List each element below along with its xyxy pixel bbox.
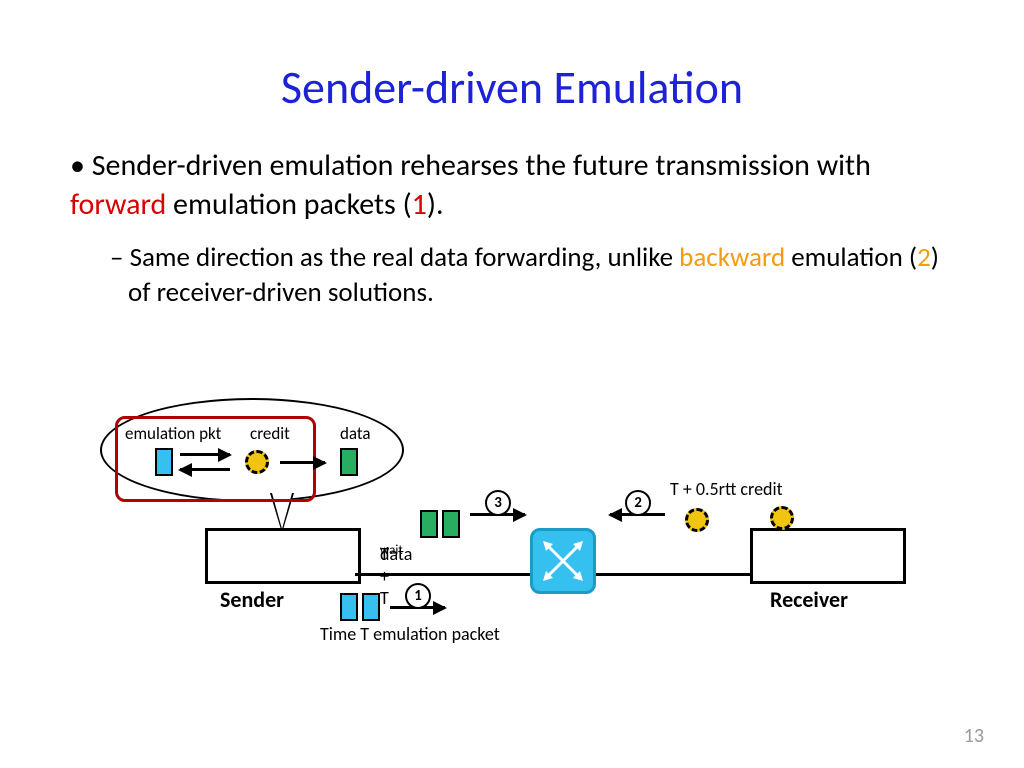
step-2-badge: 2: [625, 490, 651, 516]
emu-pkt-1: [340, 593, 358, 621]
bullet-2: Same direction as the real data forwardi…: [110, 240, 954, 310]
credit-time-label: T + 0.5rtt credit: [670, 478, 783, 500]
bullet-1: Sender-driven emulation rehearses the fu…: [70, 146, 954, 224]
sender-label: Sender: [220, 586, 284, 613]
emu-time-label: Time T emulation packet: [320, 623, 500, 645]
legend-emu-label: emulation pkt: [125, 423, 221, 444]
step-3-badge: 3: [485, 490, 511, 516]
credit-icon: [245, 450, 269, 474]
receiver-label: Receiver: [770, 586, 848, 613]
legend-arrow-data: [280, 461, 325, 464]
data-pkt-2: [442, 510, 460, 538]
data-packet-icon: [340, 448, 358, 476]
credit-1: [685, 508, 709, 532]
legend-credit-label: credit: [250, 423, 290, 444]
emu-pkt-2: [362, 593, 380, 621]
data-pkt-1: [420, 510, 438, 538]
network-diagram: emulation pkt credit data Sender Receive…: [70, 398, 950, 708]
legend-arrow-left: [180, 468, 230, 471]
receiver-box: [750, 528, 906, 584]
switch-arrows-icon: [538, 536, 588, 586]
switch-icon: [530, 528, 596, 594]
step-1-badge: 1: [405, 583, 431, 609]
emulation-packet-icon: [155, 448, 173, 476]
slide-title: Sender-driven Emulation: [0, 60, 1024, 116]
bullet-list: Sender-driven emulation rehearses the fu…: [70, 146, 954, 310]
credit-2: [770, 506, 794, 530]
sender-box: [205, 528, 361, 584]
page-number: 13: [964, 724, 984, 748]
legend-data-label: data: [340, 423, 371, 444]
legend-arrow-right: [180, 453, 230, 456]
slide: Sender-driven Emulation Sender-driven em…: [0, 0, 1024, 768]
